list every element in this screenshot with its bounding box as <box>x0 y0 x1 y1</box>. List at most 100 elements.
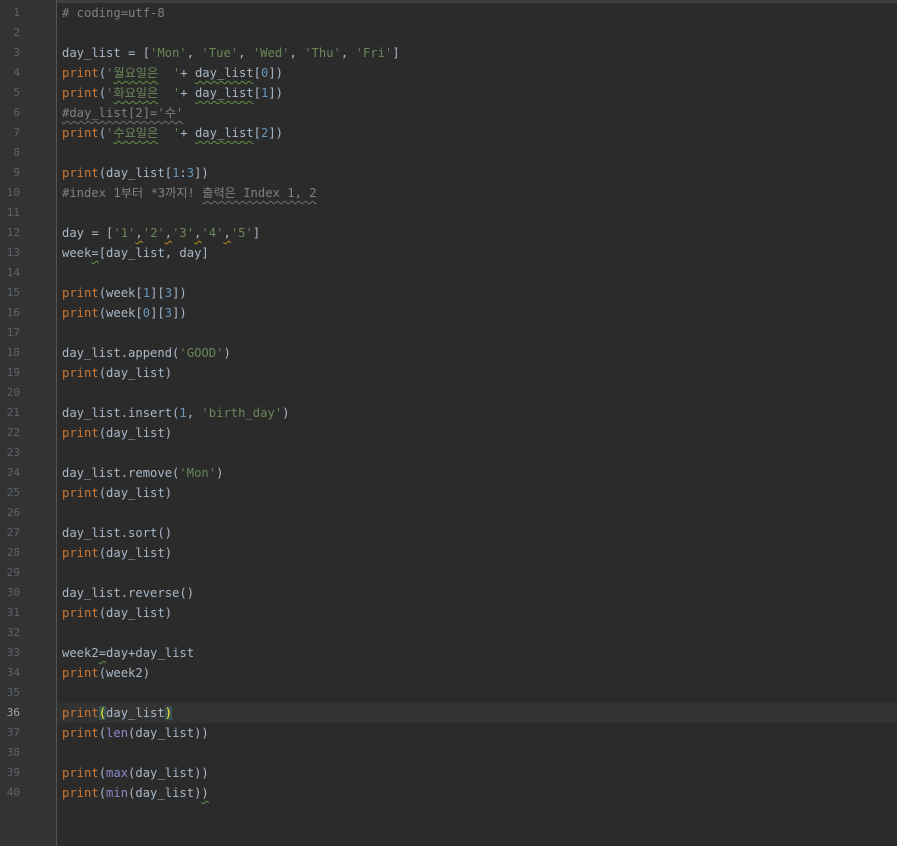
code-line[interactable]: print(day_list) <box>57 483 897 503</box>
comment-token: 출력은 Index 1, 2 <box>202 186 317 200</box>
code-line[interactable]: print('화요일은 '+ day_list[1]) <box>57 83 897 103</box>
code-line[interactable] <box>57 563 897 583</box>
line-number[interactable]: 14 <box>0 263 20 283</box>
line-number[interactable]: 40 <box>0 783 20 803</box>
code-area[interactable]: # coding=utf-8 day_list = ['Mon', 'Tue', … <box>57 0 897 846</box>
line-number[interactable]: 10 <box>0 183 20 203</box>
code-line[interactable]: print(day_list) <box>57 703 897 723</box>
line-number[interactable]: 29 <box>0 563 20 583</box>
line-number[interactable]: 3 <box>0 43 20 63</box>
line-number[interactable]: 28 <box>0 543 20 563</box>
string-token: 'Fri' <box>355 46 393 60</box>
code-line[interactable]: print('월요일은 '+ day_list[0]) <box>57 63 897 83</box>
line-number[interactable]: 9 <box>0 163 20 183</box>
line-number[interactable]: 38 <box>0 743 20 763</box>
keyword-token: print <box>62 66 99 80</box>
code-line[interactable]: day_list.sort() <box>57 523 897 543</box>
string-token: 수요일은 <box>113 126 159 140</box>
line-number[interactable]: 34 <box>0 663 20 683</box>
line-number[interactable]: 19 <box>0 363 20 383</box>
line-number[interactable]: 7 <box>0 123 20 143</box>
code-line[interactable] <box>57 323 897 343</box>
code-line[interactable]: print(day_list) <box>57 543 897 563</box>
code-line[interactable]: print(max(day_list)) <box>57 763 897 783</box>
code-text: ]) <box>172 306 187 320</box>
code-line[interactable]: print('수요일은 '+ day_list[2]) <box>57 123 897 143</box>
line-number[interactable]: 26 <box>0 503 20 523</box>
line-number[interactable]: 37 <box>0 723 20 743</box>
code-line[interactable] <box>57 443 897 463</box>
line-number[interactable]: 5 <box>0 83 20 103</box>
code-text: (day_list) <box>128 786 202 800</box>
string-token: '3' <box>172 226 195 240</box>
line-number[interactable]: 33 <box>0 643 20 663</box>
line-number[interactable]: 12 <box>0 223 20 243</box>
line-number[interactable]: 35 <box>0 683 20 703</box>
code-line[interactable] <box>57 503 897 523</box>
code-line[interactable] <box>57 203 897 223</box>
number-token: 3 <box>164 286 173 300</box>
line-number[interactable]: 25 <box>0 483 20 503</box>
code-line[interactable] <box>57 383 897 403</box>
code-line[interactable]: day_list.insert(1, 'birth_day') <box>57 403 897 423</box>
line-number-gutter[interactable]: 1 2 3 4 5 6 7 8 9 10 11 12 13 14 15 16 17 18 19 20 21 22 23 24 2… <box>0 0 57 846</box>
code-line[interactable] <box>57 23 897 43</box>
number-token: 0 <box>142 306 151 320</box>
code-line[interactable]: print(week[0][3]) <box>57 303 897 323</box>
line-number[interactable]: 8 <box>0 143 20 163</box>
line-number[interactable]: 39 <box>0 763 20 783</box>
code-line[interactable]: print(week[1][3]) <box>57 283 897 303</box>
line-number[interactable]: 17 <box>0 323 20 343</box>
code-line[interactable]: print(day_list) <box>57 603 897 623</box>
string-token: ' <box>158 86 181 100</box>
line-number[interactable]: 6 <box>0 103 20 123</box>
code-line[interactable]: # coding=utf-8 <box>57 3 897 23</box>
line-number[interactable]: 22 <box>0 423 20 443</box>
code-text: , <box>238 46 253 60</box>
code-line[interactable]: #index 1부터 *3까지! 출력은 Index 1, 2 <box>57 183 897 203</box>
code-line[interactable]: week=[day_list, day] <box>57 243 897 263</box>
code-line[interactable]: day_list.reverse() <box>57 583 897 603</box>
line-number[interactable]: 20 <box>0 383 20 403</box>
code-line[interactable]: print(day_list[1:3]) <box>57 163 897 183</box>
line-number[interactable]: 21 <box>0 403 20 423</box>
code-line[interactable] <box>57 683 897 703</box>
code-line[interactable]: day_list = ['Mon', 'Tue', 'Wed', 'Thu', … <box>57 43 897 63</box>
line-number[interactable]: 30 <box>0 583 20 603</box>
line-number[interactable]: 15 <box>0 283 20 303</box>
line-number[interactable]: 4 <box>0 63 20 83</box>
code-line[interactable]: print(min(day_list)) <box>57 783 897 803</box>
code-line[interactable] <box>57 743 897 763</box>
code-line[interactable]: print(len(day_list)) <box>57 723 897 743</box>
code-line[interactable] <box>57 263 897 283</box>
line-number[interactable]: 11 <box>0 203 20 223</box>
line-number[interactable]: 16 <box>0 303 20 323</box>
line-number[interactable]: 27 <box>0 523 20 543</box>
code-line[interactable]: day_list.remove('Mon') <box>57 463 897 483</box>
code-line[interactable]: week2=day+day_list <box>57 643 897 663</box>
code-text: (day_list)) <box>128 766 209 780</box>
code-line[interactable]: day_list.append('GOOD') <box>57 343 897 363</box>
code-line[interactable]: day = ['1','2','3','4','5'] <box>57 223 897 243</box>
line-number[interactable]: 36 <box>0 703 20 723</box>
line-number[interactable]: 1 <box>0 3 20 23</box>
line-number[interactable]: 32 <box>0 623 20 643</box>
line-number[interactable]: 13 <box>0 243 20 263</box>
code-editor[interactable]: 1 2 3 4 5 6 7 8 9 10 11 12 13 14 15 16 17 18 19 20 21 22 23 24 2… <box>0 0 897 846</box>
code-text: week <box>62 246 92 260</box>
builtin-token: max <box>106 766 129 780</box>
number-token: 3 <box>186 166 195 180</box>
line-number[interactable]: 23 <box>0 443 20 463</box>
number-token: 1 <box>179 406 187 420</box>
code-line[interactable]: #day_list[2]='수' <box>57 103 897 123</box>
code-line[interactable]: print(week2) <box>57 663 897 683</box>
line-number[interactable]: 2 <box>0 23 20 43</box>
line-number[interactable]: 18 <box>0 343 20 363</box>
code-line[interactable] <box>57 143 897 163</box>
code-text: (day_list) <box>98 606 173 620</box>
line-number[interactable]: 31 <box>0 603 20 623</box>
code-line[interactable]: print(day_list) <box>57 363 897 383</box>
code-line[interactable]: print(day_list) <box>57 423 897 443</box>
code-line[interactable] <box>57 623 897 643</box>
line-number[interactable]: 24 <box>0 463 20 483</box>
